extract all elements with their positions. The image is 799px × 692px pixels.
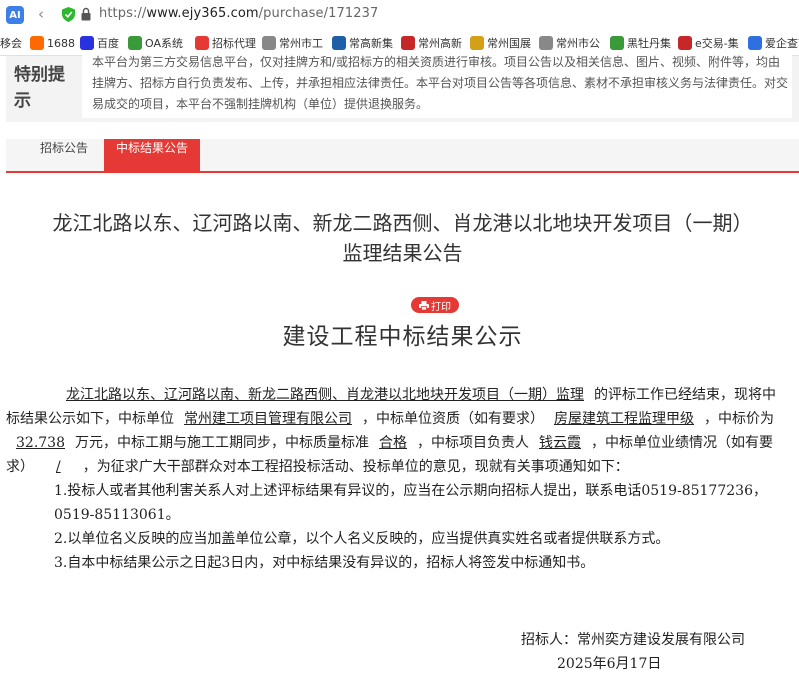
url-path: /purchase/171237 <box>258 6 379 21</box>
main-paragraph: 龙江北路以东、辽河路以南、新龙二路西侧、肖龙港以北地块开发项目（一期）监理 的评标… <box>6 383 788 479</box>
text-segment: ，中标价为 <box>704 411 774 427</box>
list-item: 3.自本中标结果公示之日起3日内，对中标结果没有异议的，招标人将签发中标通知书。 <box>54 555 595 571</box>
tab-tender-announcement[interactable]: 招标公告 <box>24 139 104 173</box>
tab-award-result[interactable]: 中标结果公告 <box>104 139 200 173</box>
document-title: 建设工程中标结果公示 <box>282 324 523 350</box>
bookmark-label: 常州高新 <box>418 37 462 50</box>
oa-icon <box>128 36 142 50</box>
bookmark-item[interactable]: e交易-集 <box>678 35 744 51</box>
bookmark-label: OA系统 <box>145 37 183 50</box>
bookmark-label: 黑牡丹集 <box>627 37 671 50</box>
publish-date: 2025年6月17日 <box>557 656 662 672</box>
emblem-icon <box>470 36 484 50</box>
bookmark-label: 常高新集 <box>349 37 393 50</box>
bookmark-label: 爱企查首 <box>765 37 799 50</box>
pdf-icon <box>195 36 209 50</box>
back-arrow-icon[interactable]: ‹ <box>38 5 44 23</box>
bookmark-item[interactable]: 黑牡丹集 <box>610 35 676 51</box>
project-manager: 钱云霞 <box>539 435 581 451</box>
list-item: 2.以单位名义反映的应当加盖单位公章，以个人名义反映的，应当提供真实姓名或者提供… <box>54 531 670 547</box>
url-host: www.ejy365.com <box>146 6 259 21</box>
aiqicha-icon <box>748 36 762 50</box>
bookmark-label: 常州国展 <box>487 37 531 50</box>
oa-icon <box>610 36 624 50</box>
qualification: 房屋建筑工程监理甲级 <box>554 411 694 427</box>
notice-text: 本平台为第三方交易信息平台，仅对挂牌方和/或招标方的相关资质进行审核。项目公告以… <box>82 52 792 118</box>
bookmark-label: 常州市公 <box>556 37 600 50</box>
url-prefix: https:// <box>99 6 147 21</box>
lock-icon[interactable] <box>81 7 91 21</box>
page-title-line2: 监理结果公告 <box>342 241 463 265</box>
text-segment: ，中标项目负责人 <box>417 435 529 451</box>
notice-text-content: 本平台为第三方交易信息平台，仅对挂牌方和/或招标方的相关资质进行审核。项目公告以… <box>92 55 789 111</box>
quality-standard: 合格 <box>379 435 407 451</box>
print-button[interactable]: 打印 <box>411 297 459 313</box>
bookmark-label: e交易-集 <box>695 37 739 50</box>
article: 龙江北路以东、辽河路以南、新龙二路西侧、肖龙港以北地块开发项目（一期） 监理结果… <box>6 173 799 692</box>
baidu-paw-icon <box>80 36 94 50</box>
bookmark-item[interactable]: 常州市工 <box>262 35 328 51</box>
text-segment: ，为征求广大干部群众对本工程招投标活动、投标单位的意见，现就有关事项通知如下： <box>82 459 629 475</box>
text-segment: 万元，中标工期与施工工期同步，中标质量标准 <box>75 435 369 451</box>
bookmark-item[interactable]: 常州国展 <box>470 35 536 51</box>
bookmark-item[interactable]: 移会 <box>0 35 28 51</box>
signature-block: 招标人：常州奕方建设发展有限公司 2025年6月17日 <box>521 628 791 676</box>
url-input[interactable]: https://www.ejy365.com/purchase/171237 <box>99 6 378 21</box>
performance: / <box>56 459 61 475</box>
globe-icon <box>262 36 276 50</box>
list-item: 1.投标人或者其他利害关系人对上述评标结果有异议的，应当在公示期向招标人提出，联… <box>54 483 767 523</box>
bookmark-item[interactable]: 常高新集 <box>332 35 398 51</box>
tenderer: 招标人：常州奕方建设发展有限公司 <box>521 632 745 648</box>
bookmark-item[interactable]: 爱企查首 <box>748 35 799 51</box>
special-notice: 特别提示 本平台为第三方交易信息平台，仅对挂牌方和/或招标方的相关资质进行审核。… <box>6 52 799 122</box>
bookmark-label: 1688 <box>47 36 75 50</box>
notice-items: 1.投标人或者其他利害关系人对上述评标结果有异议的，应当在公示期向招标人提出，联… <box>6 479 788 575</box>
print-label: 打印 <box>431 301 451 313</box>
document-body: 龙江北路以东、辽河路以南、新龙二路西侧、肖龙港以北地块开发项目（一期）监理 的评标… <box>6 383 788 575</box>
project-name: 龙江北路以东、辽河路以南、新龙二路西侧、肖龙港以北地块开发项目（一期）监理 <box>66 387 584 403</box>
bookmark-item[interactable]: OA系统 <box>128 35 194 51</box>
bookmark-label: 招标代理 <box>212 37 256 50</box>
winner-name: 常州建工项目管理有限公司 <box>184 411 352 427</box>
bookmark-item[interactable]: 常州高新 <box>401 35 467 51</box>
logo-icon <box>332 36 346 50</box>
shield-icon[interactable] <box>62 7 75 22</box>
address-bar[interactable]: AI ‹ https://www.ejy365.com/purchase/171… <box>0 0 799 30</box>
1688-icon <box>30 36 44 50</box>
text-segment: ，中标单位资质（如有要求） <box>362 411 544 427</box>
bookmark-label: 常州市工 <box>279 37 323 50</box>
printer-icon <box>419 300 429 310</box>
e-icon <box>678 36 692 50</box>
page-title: 龙江北路以东、辽河路以南、新龙二路西侧、肖龙港以北地块开发项目（一期） 监理结果… <box>6 208 799 268</box>
app-badge[interactable]: AI <box>6 6 24 24</box>
page-title-line1: 龙江北路以东、辽河路以南、新龙二路西侧、肖龙港以北地块开发项目（一期） <box>52 211 753 235</box>
bookmark-item[interactable]: 常州市公 <box>539 35 605 51</box>
tab-bar: 招标公告 中标结果公告 <box>6 139 799 173</box>
seal-icon <box>401 36 415 50</box>
bookmark-label: 百度 <box>97 37 119 50</box>
globe-icon <box>539 36 553 50</box>
notice-label: 特别提示 <box>14 65 65 111</box>
bookmark-label: 移会 <box>0 37 22 50</box>
bid-price: 32.738 <box>16 435 65 451</box>
bookmark-item[interactable]: 招标代理 <box>195 35 261 51</box>
